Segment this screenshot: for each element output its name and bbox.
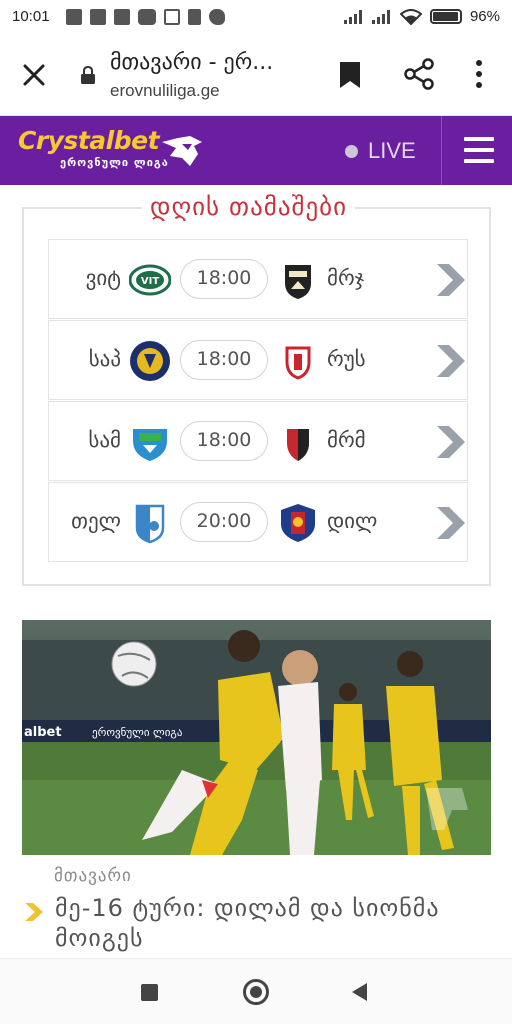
chevron-bullet-icon xyxy=(25,903,43,921)
system-icons: 96% xyxy=(343,8,500,25)
knight-logo-icon xyxy=(162,136,202,166)
todays-matches: დღის თამაშები ვიტ VIT 18:00 მრჯ საპ 18:0… xyxy=(22,192,491,586)
away-team: რუს xyxy=(327,347,366,371)
news-photo[interactable]: albet ეროვნული ლიგა xyxy=(22,620,491,855)
close-icon[interactable] xyxy=(20,61,48,89)
trash-icon xyxy=(188,9,201,25)
live-dot-icon xyxy=(345,144,358,158)
chevron-right-icon[interactable] xyxy=(435,262,467,298)
bookmark-icon[interactable] xyxy=(337,60,363,90)
tel-crest-icon xyxy=(135,504,165,544)
kickoff-time: 18:00 xyxy=(180,340,268,380)
match-row[interactable]: საპ 18:00 რუს xyxy=(48,320,468,400)
news-headline[interactable]: მე-16 ტური: დილამ და სიონმა მოიგეს xyxy=(55,893,475,953)
qr-icon xyxy=(164,9,180,25)
live-button[interactable]: LIVE xyxy=(345,138,416,164)
home-team: თელ xyxy=(71,509,121,533)
share-icon[interactable] xyxy=(403,58,435,90)
facebook-icon xyxy=(90,9,106,25)
wifi-icon xyxy=(399,8,422,25)
sam-crest-icon xyxy=(133,429,167,461)
match-row[interactable]: თელ 20:00 დილ xyxy=(48,482,468,562)
dil-crest-icon xyxy=(281,504,315,542)
back-icon[interactable] xyxy=(352,983,367,1001)
kickoff-time: 18:00 xyxy=(180,421,268,461)
facebook-icon xyxy=(114,9,130,25)
android-nav-bar xyxy=(0,958,512,1024)
chevron-right-icon[interactable] xyxy=(435,343,467,379)
svg-text:VIT: VIT xyxy=(141,276,159,287)
home-icon[interactable] xyxy=(243,979,269,1005)
battery-icon xyxy=(429,9,462,24)
status-bar: 10:01 96% xyxy=(0,0,512,34)
signal-icon xyxy=(371,9,392,24)
kickoff-time: 20:00 xyxy=(180,502,268,542)
mrm-crest-icon xyxy=(287,429,309,461)
section-title: დღის თამაშები xyxy=(142,192,356,221)
home-team: სამ xyxy=(88,428,121,452)
away-team: მრმ xyxy=(327,428,366,452)
away-team: მრჯ xyxy=(327,266,365,290)
hamburger-icon xyxy=(464,137,494,163)
more-options-icon[interactable] xyxy=(468,58,490,90)
photo-banner-text: ეროვნული ლიგა xyxy=(92,726,183,739)
site-logo-subtitle: ეროვნული ლიგა xyxy=(60,156,169,169)
sap-crest-icon xyxy=(130,341,170,381)
live-label: LIVE xyxy=(368,138,416,163)
news-category[interactable]: მთავარი xyxy=(54,866,132,886)
lock-icon xyxy=(81,66,95,84)
mrj-crest-icon xyxy=(285,265,311,299)
facebook-icon xyxy=(66,9,82,25)
site-header: Crystalbet ეროვნული ლიგა LIVE xyxy=(0,116,512,185)
chevron-right-icon[interactable] xyxy=(435,505,467,541)
home-team: საპ xyxy=(88,347,121,371)
notification-icons xyxy=(66,9,225,25)
vit-crest-icon: VIT xyxy=(129,264,171,296)
match-row[interactable]: სამ 18:00 მრმ xyxy=(48,401,468,481)
site-logo[interactable]: Crystalbet xyxy=(18,126,160,155)
kickoff-time: 18:00 xyxy=(180,259,268,299)
youtube-icon xyxy=(138,9,156,25)
football-match-photo: albet ეროვნული ლიგა xyxy=(22,620,491,855)
signal-icon xyxy=(343,9,364,24)
match-row[interactable]: ვიტ VIT 18:00 მრჯ xyxy=(48,239,468,319)
twitter-icon xyxy=(209,9,225,25)
status-time: 10:01 xyxy=(12,8,50,25)
rus-crest-icon xyxy=(285,346,311,380)
page-title[interactable]: მთავარი - ერ... xyxy=(110,50,273,75)
recents-icon[interactable] xyxy=(141,984,158,1001)
battery-percent: 96% xyxy=(469,8,500,25)
photo-banner-brand: albet xyxy=(24,725,62,740)
home-team: ვიტ xyxy=(85,266,121,290)
chevron-right-icon[interactable] xyxy=(435,424,467,460)
away-team: დილ xyxy=(327,509,378,533)
page-url[interactable]: erovnuliliga.ge xyxy=(110,81,220,101)
browser-toolbar: მთავარი - ერ... erovnuliliga.ge xyxy=(0,34,512,116)
menu-button[interactable] xyxy=(441,116,512,185)
